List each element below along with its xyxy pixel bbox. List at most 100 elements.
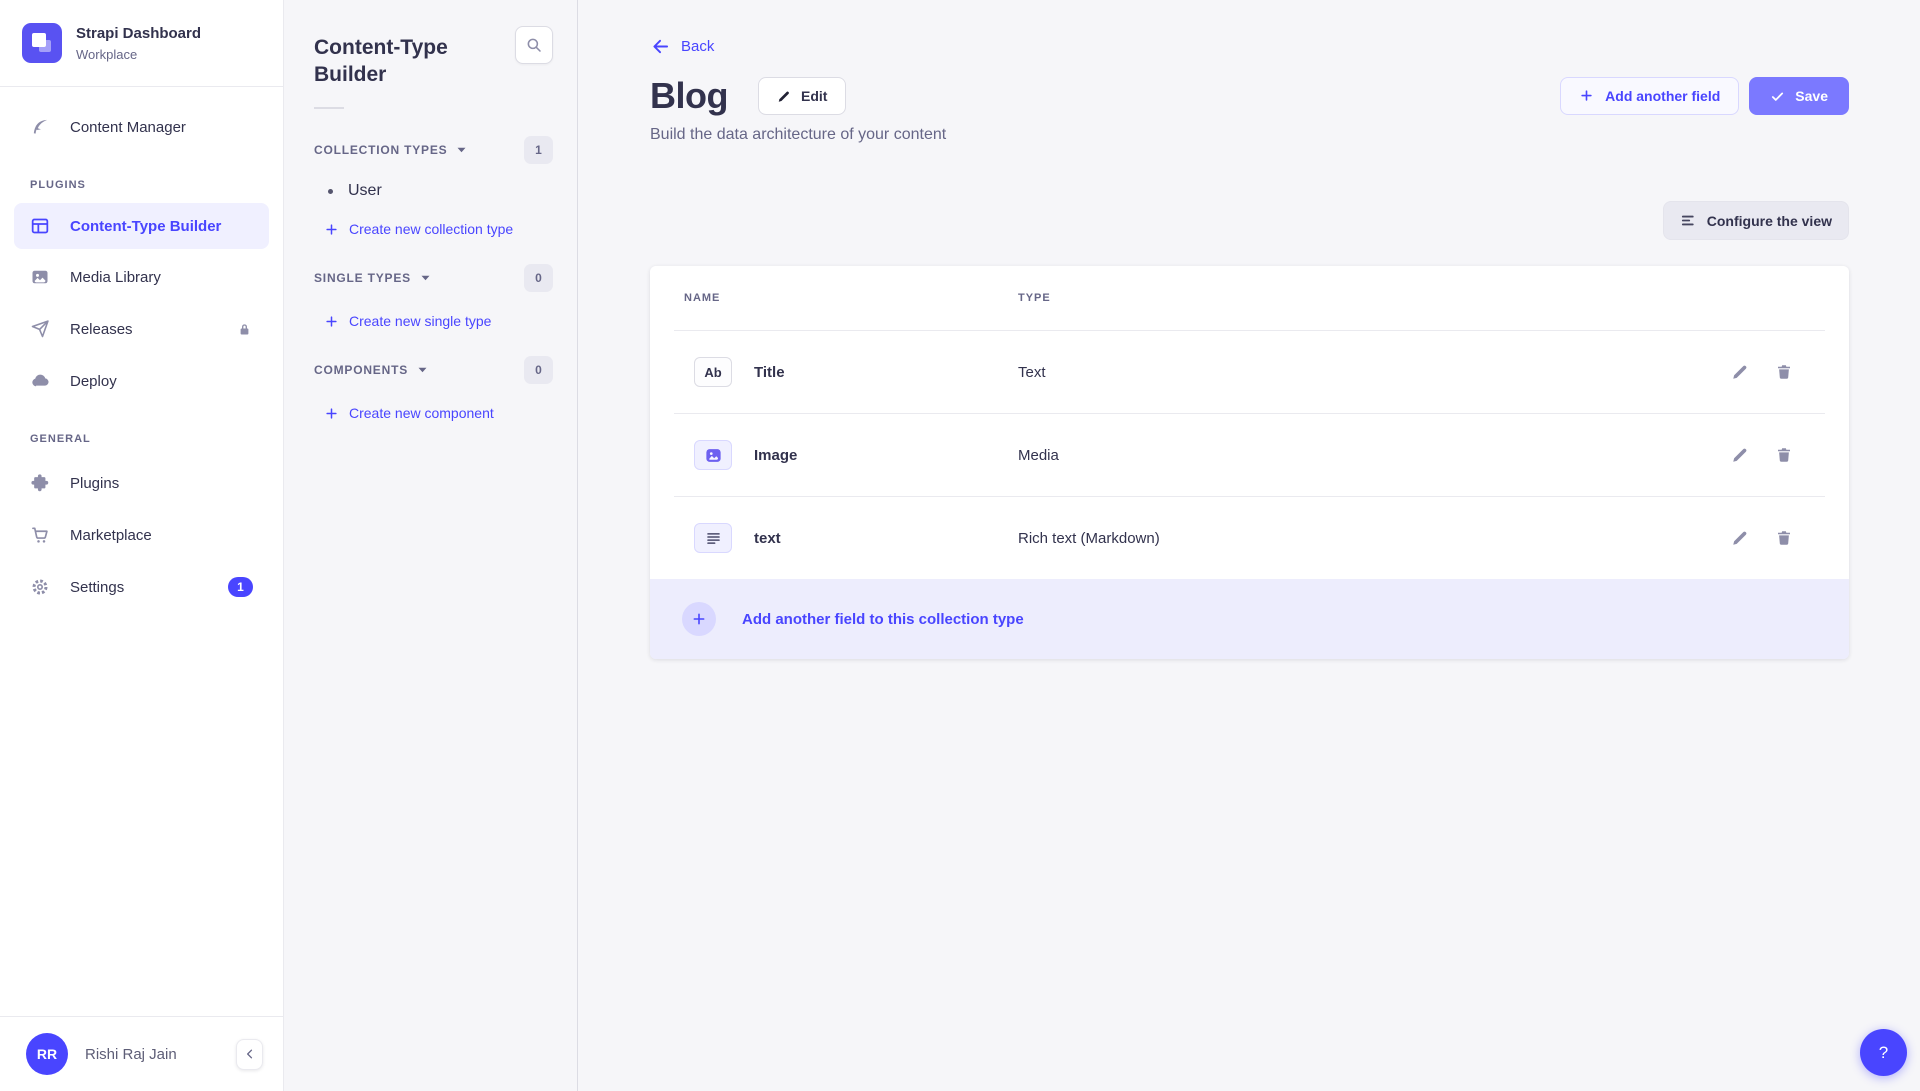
cart-icon bbox=[30, 525, 50, 545]
row-actions bbox=[1731, 529, 1849, 547]
lines-icon bbox=[1680, 212, 1697, 229]
user-name: Rishi Raj Jain bbox=[85, 1046, 177, 1063]
arrow-left-icon bbox=[650, 36, 671, 57]
sidebar-section-plugins: PLUGINS bbox=[0, 179, 283, 191]
bullet-icon bbox=[328, 189, 333, 194]
app-root: Strapi Dashboard Workplace Content Manag… bbox=[0, 0, 1920, 1091]
sidebar-item-label: Settings bbox=[70, 579, 124, 596]
section-components: COMPONENTS 0 Create new component bbox=[314, 356, 553, 421]
table-row[interactable]: Image Media bbox=[650, 414, 1849, 496]
create-new-single-type-link[interactable]: Create new single type bbox=[324, 313, 553, 329]
edit-field-button[interactable] bbox=[1731, 446, 1749, 464]
check-icon bbox=[1770, 89, 1785, 104]
sidebar-item-label: Releases bbox=[70, 321, 133, 338]
configure-the-view-button[interactable]: Configure the view bbox=[1663, 201, 1849, 240]
cloud-icon bbox=[30, 371, 50, 391]
field-type: Media bbox=[1018, 447, 1731, 464]
field-type: Rich text (Markdown) bbox=[1018, 530, 1731, 547]
fields-table: NAME TYPE Ab Title Text bbox=[650, 266, 1849, 659]
feather-icon bbox=[30, 117, 50, 137]
pencil-icon bbox=[1731, 535, 1749, 550]
collection-type-label: User bbox=[348, 182, 382, 200]
sidebar-item-settings[interactable]: Settings 1 bbox=[0, 561, 283, 613]
sidebar-footer: RR Rishi Raj Jain bbox=[0, 1016, 283, 1091]
sidebar-nav: Content Manager PLUGINS Content-Type Bui… bbox=[0, 87, 283, 613]
add-field-to-collection-label: Add another field to this collection typ… bbox=[742, 611, 1024, 628]
edit-field-button[interactable] bbox=[1731, 363, 1749, 381]
field-name: text bbox=[754, 530, 1018, 547]
sidebar-item-releases[interactable]: Releases bbox=[0, 303, 283, 355]
collapse-sidebar-button[interactable] bbox=[236, 1039, 263, 1070]
panel-divider bbox=[314, 107, 344, 109]
sidebar-item-media-library[interactable]: Media Library bbox=[0, 251, 283, 303]
row-actions bbox=[1731, 363, 1849, 381]
settings-notification-badge: 1 bbox=[228, 577, 253, 597]
section-title: COLLECTION TYPES bbox=[314, 143, 447, 157]
column-header-name: NAME bbox=[684, 292, 1018, 304]
page-header: Blog Edit Add another field bbox=[650, 75, 1849, 117]
chevron-left-icon bbox=[243, 1047, 257, 1061]
trash-icon bbox=[1775, 535, 1793, 550]
main-content: Back Blog Edit Add another field bbox=[578, 0, 1920, 1091]
delete-field-button[interactable] bbox=[1775, 363, 1793, 381]
main-sidebar: Strapi Dashboard Workplace Content Manag… bbox=[0, 0, 284, 1091]
collection-types-count-badge: 1 bbox=[524, 136, 553, 164]
sidebar-item-label: Plugins bbox=[70, 475, 119, 492]
panel-title: Content-Type Builder bbox=[314, 34, 469, 88]
delete-field-button[interactable] bbox=[1775, 446, 1793, 464]
table-header: NAME TYPE bbox=[650, 266, 1849, 330]
edit-button[interactable]: Edit bbox=[758, 77, 846, 115]
sidebar-item-plugins[interactable]: Plugins bbox=[0, 457, 283, 509]
edit-field-button[interactable] bbox=[1731, 529, 1749, 547]
media-field-icon bbox=[694, 440, 732, 470]
section-single-types-header[interactable]: SINGLE TYPES 0 bbox=[314, 264, 553, 292]
lock-icon bbox=[236, 321, 253, 338]
save-button[interactable]: Save bbox=[1749, 77, 1849, 115]
table-row[interactable]: text Rich text (Markdown) bbox=[650, 497, 1849, 579]
avatar[interactable]: RR bbox=[26, 1033, 68, 1075]
picture-icon bbox=[30, 267, 50, 287]
column-header-type: TYPE bbox=[1018, 292, 1825, 304]
help-button[interactable]: ? bbox=[1860, 1029, 1907, 1076]
create-new-component-link[interactable]: Create new component bbox=[324, 405, 553, 421]
sidebar-item-deploy[interactable]: Deploy bbox=[0, 355, 283, 407]
section-collection-types-header[interactable]: COLLECTION TYPES 1 bbox=[314, 136, 553, 164]
workspace-switcher[interactable]: Strapi Dashboard Workplace bbox=[0, 0, 283, 87]
sidebar-section-general: GENERAL bbox=[0, 433, 283, 445]
search-button[interactable] bbox=[515, 26, 553, 64]
delete-field-button[interactable] bbox=[1775, 529, 1793, 547]
chevron-down-icon bbox=[457, 147, 466, 153]
sidebar-item-label: Content-Type Builder bbox=[70, 218, 221, 235]
pencil-icon bbox=[1731, 452, 1749, 467]
add-field-to-collection-button[interactable]: Add another field to this collection typ… bbox=[650, 579, 1849, 659]
edit-label: Edit bbox=[801, 88, 827, 104]
row-actions bbox=[1731, 446, 1849, 464]
save-label: Save bbox=[1795, 88, 1828, 104]
back-link[interactable]: Back bbox=[650, 36, 714, 57]
search-icon bbox=[525, 36, 543, 54]
plus-icon bbox=[324, 406, 339, 421]
create-link-label: Create new collection type bbox=[349, 221, 513, 237]
single-types-count-badge: 0 bbox=[524, 264, 553, 292]
field-name: Image bbox=[754, 447, 1018, 464]
create-new-collection-type-link[interactable]: Create new collection type bbox=[324, 221, 553, 237]
plus-circle-icon bbox=[682, 602, 716, 636]
workspace-text: Strapi Dashboard Workplace bbox=[76, 25, 201, 62]
add-another-field-button[interactable]: Add another field bbox=[1560, 77, 1739, 115]
workspace-subtitle: Workplace bbox=[76, 47, 201, 62]
sidebar-item-label: Content Manager bbox=[70, 119, 186, 136]
sidebar-item-content-type-builder[interactable]: Content-Type Builder bbox=[14, 203, 269, 249]
text-field-icon: Ab bbox=[694, 357, 732, 387]
sidebar-item-label: Deploy bbox=[70, 373, 117, 390]
field-name: Title bbox=[754, 364, 1018, 381]
sidebar-item-content-manager[interactable]: Content Manager bbox=[0, 101, 283, 153]
plus-icon bbox=[324, 314, 339, 329]
table-row[interactable]: Ab Title Text bbox=[650, 331, 1849, 413]
chevron-down-icon bbox=[421, 275, 430, 281]
sidebar-item-marketplace[interactable]: Marketplace bbox=[0, 509, 283, 561]
page-subtitle: Build the data architecture of your cont… bbox=[650, 126, 1849, 144]
configure-row: Configure the view bbox=[650, 201, 1849, 240]
collection-type-user[interactable]: User bbox=[328, 182, 553, 200]
sidebar-item-label: Media Library bbox=[70, 269, 161, 286]
section-components-header[interactable]: COMPONENTS 0 bbox=[314, 356, 553, 384]
